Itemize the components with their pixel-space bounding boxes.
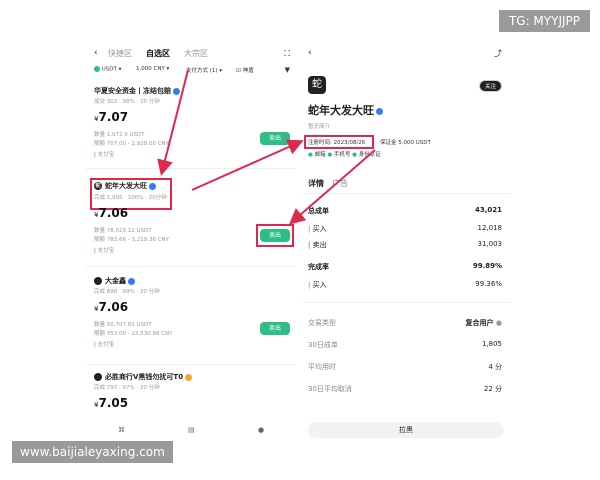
arrow-to-registration: [191, 139, 304, 191]
watermark-bottom: www.baijialeyaxing.com: [12, 441, 173, 463]
arrow-to-merchant: [157, 69, 189, 176]
annotation-arrows: [157, 69, 376, 225]
watermark-top: TG: MYYJJPP: [498, 10, 590, 32]
arrow-to-sell-button: [288, 149, 376, 225]
